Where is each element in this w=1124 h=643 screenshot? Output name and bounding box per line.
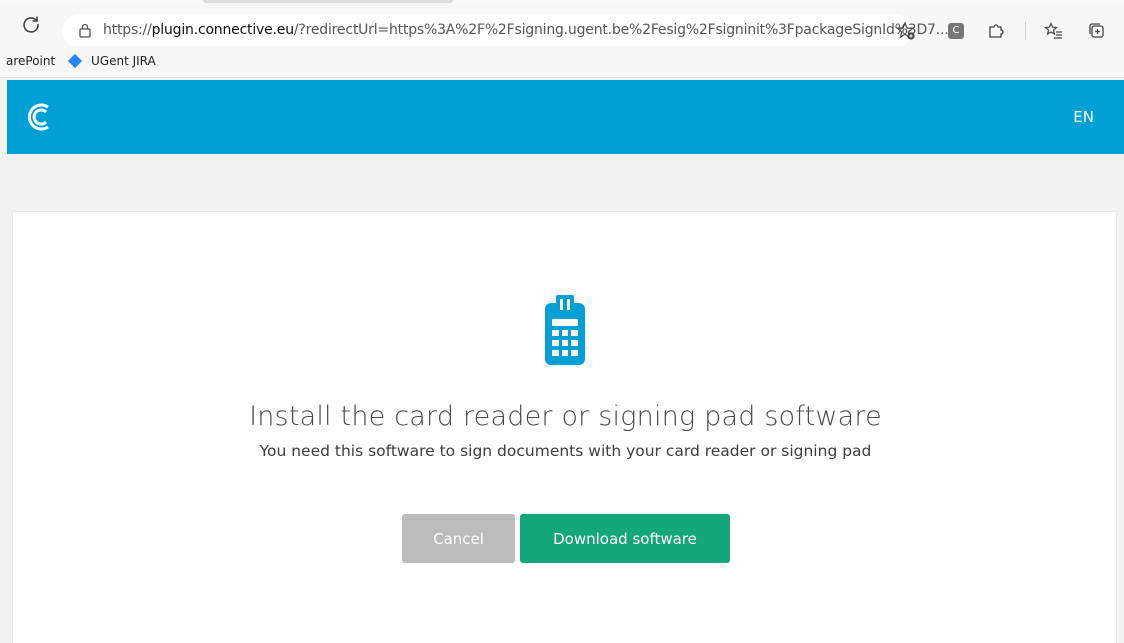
favorite-sharepoint[interactable]: arePoint	[6, 54, 55, 68]
toolbar-divider	[1025, 22, 1026, 40]
url-prefix: https://	[103, 22, 152, 38]
browser-toolbar: https://plugin.connective.eu/?redirectUr…	[0, 0, 1124, 48]
install-card: Install the card reader or signing pad s…	[12, 211, 1117, 643]
favorite-jira-label: UGent JIRA	[91, 54, 156, 68]
extension-c-letter: C	[948, 23, 964, 39]
jira-icon	[67, 53, 83, 69]
address-bar[interactable]: https://plugin.connective.eu/?redirectUr…	[62, 14, 949, 48]
url-path: /?redirectUrl=https%3A%2F%2Fsigning.ugen…	[293, 22, 949, 38]
page-title: Install the card reader or signing pad s…	[249, 401, 882, 432]
toolbar-top-edge	[0, 0, 1124, 3]
active-tab-edge[interactable]	[203, 0, 453, 3]
connective-logo-icon[interactable]	[26, 102, 52, 132]
favorites-icon[interactable]	[1043, 20, 1065, 42]
collections-icon[interactable]	[1086, 20, 1108, 42]
site-info-icon[interactable]	[76, 22, 94, 40]
url-host: plugin.connective.eu	[151, 22, 294, 38]
add-favorite-icon[interactable]	[895, 20, 917, 42]
extension-c-icon[interactable]: C	[946, 21, 966, 41]
page-subtitle: You need this software to sign documents…	[259, 442, 872, 460]
url-text: https://plugin.connective.eu/?redirectUr…	[103, 22, 949, 38]
cancel-button[interactable]: Cancel	[402, 514, 515, 563]
download-software-button[interactable]: Download software	[520, 514, 730, 563]
reload-icon[interactable]	[18, 11, 44, 37]
favorite-jira[interactable]: UGent JIRA	[67, 53, 156, 69]
favorites-bar: arePoint UGent JIRA	[0, 46, 1124, 78]
extensions-icon[interactable]	[985, 20, 1007, 42]
language-selector[interactable]: EN	[1073, 108, 1094, 126]
card-reader-icon	[541, 295, 589, 367]
app-header: EN	[7, 80, 1124, 154]
